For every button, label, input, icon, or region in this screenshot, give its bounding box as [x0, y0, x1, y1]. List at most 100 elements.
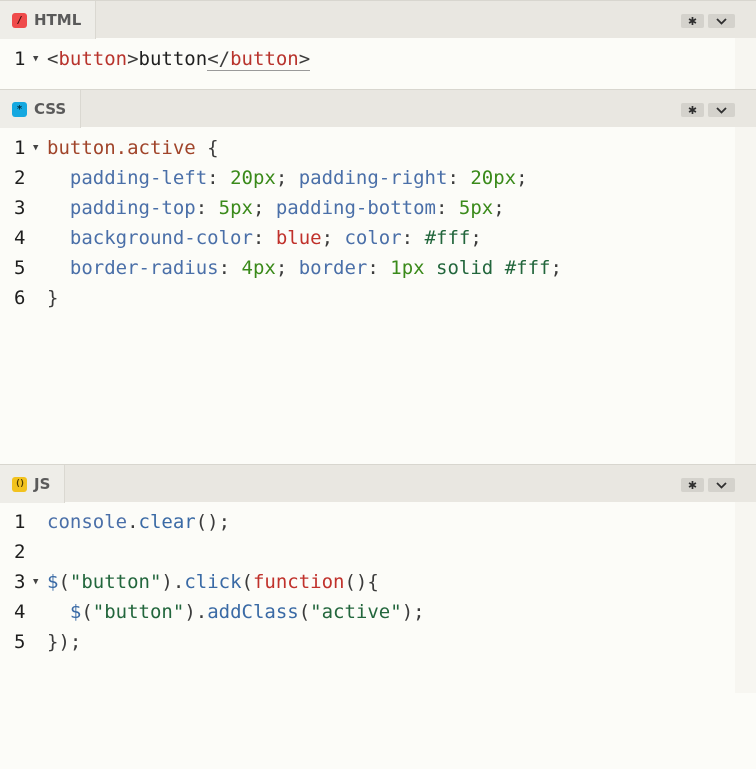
code-line[interactable]: 1 ▼ <button>button</button>: [0, 44, 735, 74]
line-number: 6: [14, 287, 26, 309]
js-settings-button[interactable]: ✱: [681, 478, 704, 492]
line-number: 2: [14, 167, 26, 189]
line-number: 2: [14, 541, 26, 563]
code-token: :: [401, 227, 425, 249]
code-token: :: [195, 197, 219, 219]
code-token: ).: [184, 601, 208, 623]
code-text: }: [47, 283, 58, 313]
code-token: >: [298, 48, 311, 71]
code-token: background-color: [69, 227, 253, 249]
css-pane-header: * CSS ✱: [0, 89, 756, 128]
code-token: :: [252, 227, 276, 249]
code-line[interactable]: 1 ▼ button.active {: [0, 133, 735, 163]
code-token: ;: [252, 197, 276, 219]
chevron-down-icon: [716, 481, 727, 489]
chevron-down-icon: [716, 17, 727, 25]
code-text: button.active {: [47, 133, 219, 163]
js-scrollbar[interactable]: [735, 502, 756, 693]
js-code-area[interactable]: 1 console.clear(); 2 3 ▼ $("button").click(fu…: [0, 507, 735, 657]
css-pane-tab[interactable]: * CSS: [0, 90, 82, 128]
line-number: 5: [14, 631, 26, 653]
code-line[interactable]: 5 border-radius: 4px; border: 1px solid …: [0, 253, 735, 283]
code-token: "button": [92, 601, 185, 623]
code-line[interactable]: 3 ▼ $("button").click(function(){: [0, 567, 735, 597]
code-token: :: [447, 167, 471, 189]
js-pane-tab[interactable]: () JS: [0, 465, 66, 503]
js-pane-header: () JS ✱: [0, 464, 756, 503]
line-number: 4: [14, 601, 26, 623]
code-token: (: [241, 571, 253, 593]
code-token: ;: [275, 167, 299, 189]
code-text: $("button").addClass("active");: [47, 597, 425, 627]
html-pane-header: / HTML ✱: [0, 0, 756, 39]
code-text: });: [47, 627, 81, 657]
code-token: :: [367, 257, 391, 279]
code-token: <: [47, 48, 59, 70]
code-token: 20px: [230, 167, 276, 189]
code-line[interactable]: 1 console.clear();: [0, 507, 735, 537]
line-number: 3: [14, 197, 26, 219]
fold-arrow-icon[interactable]: ▼: [33, 133, 38, 163]
code-token: addClass: [207, 601, 299, 623]
css-settings-button[interactable]: ✱: [681, 103, 704, 117]
code-token: button: [58, 48, 128, 70]
code-token: ;: [493, 197, 505, 219]
code-token: {: [195, 137, 219, 159]
html-pane-tab[interactable]: / HTML: [0, 1, 97, 39]
code-token: (){: [344, 571, 379, 593]
code-token: ();: [195, 511, 231, 533]
html-code-area[interactable]: 1 ▼ <button>button</button>: [0, 44, 735, 74]
code-token: padding-right: [298, 167, 448, 189]
code-token: (: [298, 601, 311, 623]
css-editor-pane: * CSS ✱ 1 ▼ button.active {2 padding-left:…: [0, 89, 756, 464]
line-number: 3: [14, 571, 26, 593]
code-token: 5px: [218, 197, 253, 219]
code-token: >: [127, 48, 139, 70]
html-settings-button[interactable]: ✱: [681, 14, 704, 28]
code-line[interactable]: 2 padding-left: 20px; padding-right: 20p…: [0, 163, 735, 193]
html-scrollbar[interactable]: [735, 38, 756, 89]
code-token: </: [207, 48, 231, 71]
js-parens-icon: (): [12, 476, 27, 492]
code-line[interactable]: 3 padding-top: 5px; padding-bottom: 5px;: [0, 193, 735, 223]
fold-arrow-icon[interactable]: ▼: [33, 44, 38, 74]
code-line[interactable]: 4 $("button").addClass("active");: [0, 597, 735, 627]
code-token: (: [58, 571, 70, 593]
code-token: #fff: [504, 257, 551, 279]
code-token: "button": [69, 571, 162, 593]
chevron-down-icon: [716, 106, 727, 114]
code-line[interactable]: 4 background-color: blue; color: #fff;: [0, 223, 735, 253]
html-collapse-button[interactable]: [708, 14, 735, 28]
code-token: button.active: [47, 137, 196, 159]
fold-arrow-icon[interactable]: ▼: [33, 567, 38, 597]
css-scrollbar[interactable]: [735, 127, 756, 464]
html-slash-icon: /: [12, 12, 27, 28]
code-token: ;: [275, 257, 299, 279]
line-number: 1: [14, 48, 26, 70]
line-number: 4: [14, 227, 26, 249]
code-token: ;: [550, 257, 562, 279]
html-editor-pane: / HTML ✱ 1 ▼ <button>button</button>: [0, 0, 756, 89]
code-token: "active": [310, 601, 402, 623]
code-line[interactable]: 5});: [0, 627, 735, 657]
code-token: padding-bottom: [275, 197, 436, 219]
code-token: }: [47, 287, 59, 309]
js-collapse-button[interactable]: [708, 478, 735, 492]
code-text: <button>button</button>: [47, 44, 311, 74]
css-code-area[interactable]: 1 ▼ button.active {2 padding-left: 20px; p…: [0, 133, 735, 313]
code-token: border: [298, 257, 368, 279]
css-collapse-button[interactable]: [708, 103, 735, 117]
code-text: console.clear();: [47, 507, 230, 537]
code-line[interactable]: 6}: [0, 283, 735, 313]
gear-icon: ✱: [687, 15, 698, 28]
code-token: $: [47, 571, 59, 593]
code-token: :: [436, 197, 459, 219]
line-number: 1: [14, 511, 26, 533]
html-pane-title: HTML: [34, 11, 82, 29]
code-line[interactable]: 2: [0, 537, 735, 567]
